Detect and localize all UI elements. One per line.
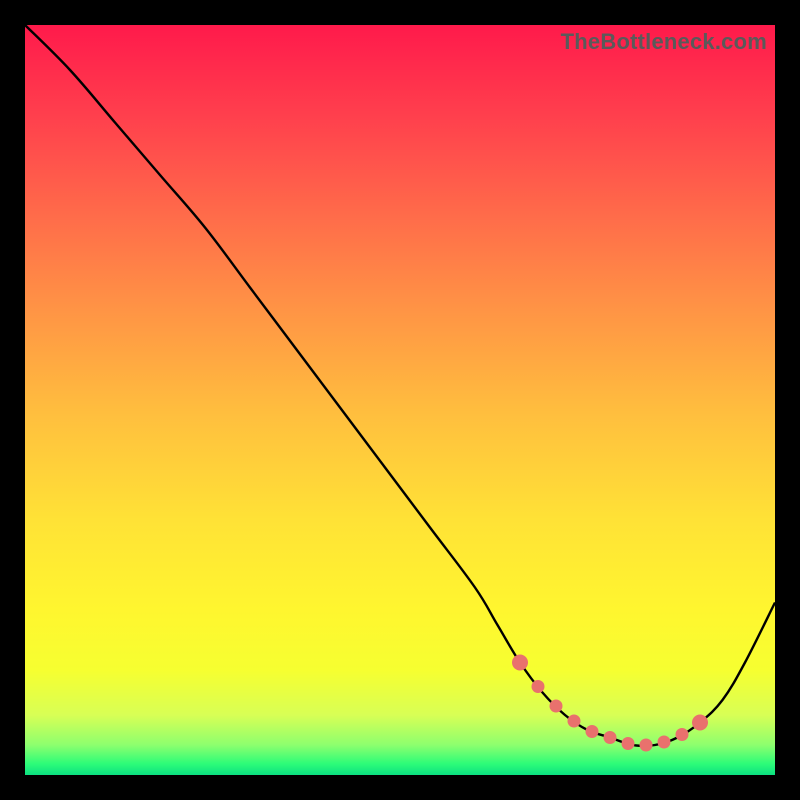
highlight-dots bbox=[512, 655, 708, 752]
curve-line bbox=[25, 25, 775, 746]
highlight-dot bbox=[622, 737, 635, 750]
highlight-dot bbox=[568, 715, 581, 728]
bottleneck-curve bbox=[25, 25, 775, 775]
highlight-dot bbox=[658, 736, 671, 749]
highlight-dot bbox=[604, 731, 617, 744]
highlight-dot bbox=[550, 700, 563, 713]
highlight-dot bbox=[586, 725, 599, 738]
highlight-dot bbox=[532, 680, 545, 693]
highlight-dot bbox=[676, 728, 689, 741]
highlight-dot bbox=[640, 739, 653, 752]
highlight-dot bbox=[512, 655, 528, 671]
chart-frame: TheBottleneck.com bbox=[25, 25, 775, 775]
highlight-dot bbox=[692, 715, 708, 731]
